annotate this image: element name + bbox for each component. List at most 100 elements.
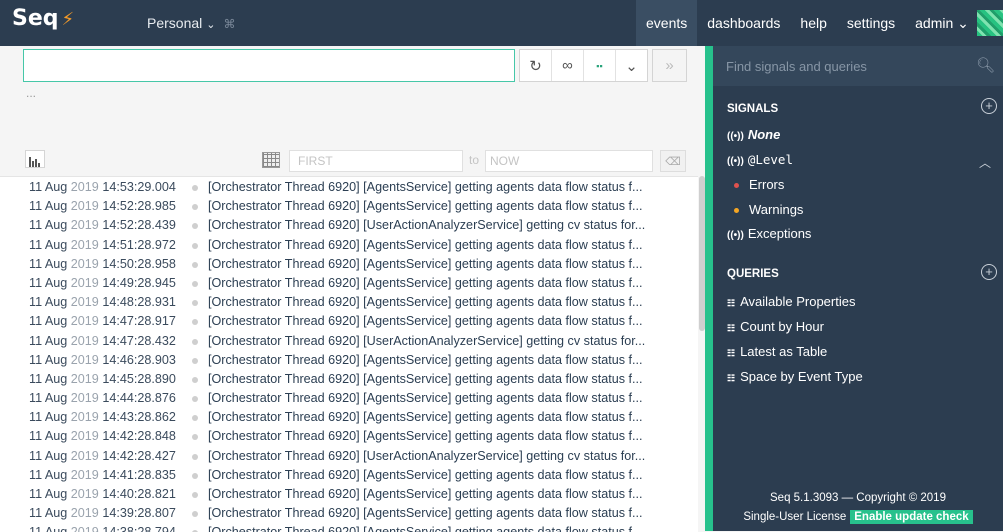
chevron-down-icon: ⌄ [206, 19, 216, 31]
chevron-up-icon[interactable]: ︿ [979, 154, 991, 171]
query-buttons: ↻ ∞ ▪▪ ⌄ [519, 49, 648, 82]
query-icon: ☷ [727, 323, 735, 333]
level-dot [192, 396, 198, 403]
clear-range-icon[interactable]: ⌫ [660, 150, 686, 172]
level-dot [192, 261, 198, 268]
level-dot [192, 338, 198, 345]
pin-icon[interactable]: ⌘ [223, 17, 235, 31]
event-timestamp: 11 Aug 2019 14:42:28.427 [29, 448, 176, 463]
event-list: 11 Aug 2019 14:53:29.004 [Orchestrator Th… [0, 176, 698, 532]
event-message: [Orchestrator Thread 6920] [AgentsServic… [208, 525, 643, 532]
signal-errors[interactable]: Errors [734, 177, 784, 192]
nav-events[interactable]: events [636, 0, 698, 46]
event-message: [Orchestrator Thread 6920] [UserActionAn… [208, 448, 646, 463]
query-space-by-event-type[interactable]: ☷ Space by Event Type [727, 369, 863, 384]
event-row[interactable]: 11 Aug 2019 14:51:28.972 [Orchestrator Th… [0, 235, 698, 254]
level-dot [192, 204, 198, 211]
event-row[interactable]: 11 Aug 2019 14:47:28.917 [Orchestrator Th… [0, 311, 698, 330]
event-row[interactable]: 11 Aug 2019 14:47:28.432 [Orchestrator Th… [0, 331, 698, 350]
to-date-input[interactable]: NOW [485, 150, 653, 172]
signal-warnings[interactable]: Warnings [734, 202, 803, 217]
to-label: to [469, 153, 480, 167]
nav-dashboards[interactable]: dashboards [697, 0, 790, 46]
query-input[interactable] [23, 49, 515, 82]
event-row[interactable]: 11 Aug 2019 14:45:28.890 [Orchestrator Th… [0, 369, 698, 388]
event-message: [Orchestrator Thread 6920] [AgentsServic… [208, 180, 643, 194]
add-query-icon[interactable]: + [981, 264, 997, 280]
event-row[interactable]: 11 Aug 2019 14:42:28.427 [Orchestrator Th… [0, 446, 698, 465]
event-message: [Orchestrator Thread 6920] [AgentsServic… [208, 429, 643, 444]
level-dot [192, 223, 198, 230]
event-message: [Orchestrator Thread 6920] [UserActionAn… [208, 218, 646, 233]
query-available-properties[interactable]: ☷ Available Properties [727, 294, 855, 309]
signal-exceptions[interactable]: ((•)) Exceptions [727, 226, 811, 241]
histogram-icon[interactable] [25, 150, 45, 168]
fast-forward-icon[interactable]: » [652, 49, 687, 82]
query-latest-as-table[interactable]: ☷ Latest as Table [727, 344, 827, 359]
event-message: [Orchestrator Thread 6920] [AgentsServic… [208, 314, 643, 329]
signal-search[interactable]: Find signals and queries 🔍︎ [713, 46, 1003, 86]
event-row[interactable]: 11 Aug 2019 14:50:28.958 [Orchestrator Th… [0, 254, 698, 273]
nav-admin-menu[interactable]: admin ⌄ [905, 0, 971, 46]
signal-icon: ((•)) [727, 131, 744, 142]
workspace-selector[interactable]: Personal ⌄ ⌘ [147, 15, 235, 31]
event-row[interactable]: 11 Aug 2019 14:46:28.903 [Orchestrator Th… [0, 350, 698, 369]
event-row[interactable]: 11 Aug 2019 14:53:29.004 [Orchestrator Th… [0, 177, 698, 196]
add-signal-icon[interactable]: + [981, 98, 997, 114]
signals-icon[interactable]: ▪▪ [584, 50, 616, 81]
avatar[interactable] [976, 10, 1003, 36]
event-row[interactable]: 11 Aug 2019 14:52:28.439 [Orchestrator Th… [0, 215, 698, 234]
event-message: [Orchestrator Thread 6920] [AgentsServic… [208, 199, 643, 214]
event-timestamp: 11 Aug 2019 14:53:29.004 [29, 180, 176, 194]
license-line: Single-User License Enable update check [713, 510, 1003, 524]
event-message: [Orchestrator Thread 6920] [AgentsServic… [208, 467, 643, 482]
event-message: [Orchestrator Thread 6920] [AgentsServic… [208, 410, 643, 425]
event-timestamp: 11 Aug 2019 14:47:28.432 [29, 333, 176, 348]
seq-logo[interactable]: Seq ⚡ [12, 6, 74, 31]
from-date-input[interactable]: FIRST [289, 150, 463, 172]
signal-icon: ((•)) [727, 156, 744, 167]
enable-update-check-button[interactable]: Enable update check [850, 510, 973, 524]
event-row[interactable]: 11 Aug 2019 14:43:28.862 [Orchestrator Th… [0, 407, 698, 426]
event-timestamp: 11 Aug 2019 14:41:28.835 [29, 467, 176, 482]
event-row[interactable]: 11 Aug 2019 14:41:28.835 [Orchestrator Th… [0, 465, 698, 484]
event-timestamp: 11 Aug 2019 14:52:28.439 [29, 218, 176, 233]
level-dot [192, 376, 198, 383]
event-row[interactable]: 11 Aug 2019 14:39:28.807 [Orchestrator Th… [0, 503, 698, 522]
event-timestamp: 11 Aug 2019 14:48:28.931 [29, 295, 176, 310]
event-timestamp: 11 Aug 2019 14:51:28.972 [29, 237, 176, 252]
main-nav: events dashboards help settings admin ⌄ [636, 0, 1003, 46]
event-message: [Orchestrator Thread 6920] [AgentsServic… [208, 275, 643, 290]
event-message: [Orchestrator Thread 6920] [AgentsServic… [208, 506, 643, 521]
event-row[interactable]: 11 Aug 2019 14:52:28.985 [Orchestrator Th… [0, 196, 698, 215]
queries-title: QUERIES [727, 268, 779, 280]
level-dot [192, 319, 198, 326]
histogram-bars [29, 157, 40, 167]
level-dot [192, 453, 198, 460]
refresh-icon[interactable]: ↻ [520, 50, 552, 81]
event-message: [Orchestrator Thread 6920] [AgentsServic… [208, 352, 643, 367]
query-count-by-hour[interactable]: ☷ Count by Hour [727, 319, 824, 334]
nav-help[interactable]: help [790, 0, 836, 46]
calendar-icon[interactable] [262, 152, 280, 168]
signal-none[interactable]: ((•)) None [727, 127, 780, 142]
chevron-down-icon[interactable]: ⌄ [616, 50, 647, 81]
event-row[interactable]: 11 Aug 2019 14:42:28.848 [Orchestrator Th… [0, 426, 698, 445]
warnings-bullet [734, 208, 739, 214]
signal-icon: ((•)) [727, 230, 744, 241]
search-icon[interactable]: 🔍︎ [976, 56, 995, 74]
errors-bullet [734, 183, 739, 189]
signal-level[interactable]: ((•)) @Level [727, 152, 793, 167]
event-row[interactable]: 11 Aug 2019 14:44:28.876 [Orchestrator Th… [0, 388, 698, 407]
link-icon[interactable]: ∞ [552, 50, 584, 81]
event-row[interactable]: 11 Aug 2019 14:40:28.821 [Orchestrator Th… [0, 484, 698, 503]
nav-settings[interactable]: settings [837, 0, 905, 46]
event-row[interactable]: 11 Aug 2019 14:49:28.945 [Orchestrator Th… [0, 273, 698, 292]
bolt-icon: ⚡ [61, 9, 75, 30]
search-input[interactable]: Find signals and queries [726, 59, 867, 74]
accent-bar [705, 46, 713, 531]
query-icon: ☷ [727, 298, 735, 308]
event-message: [Orchestrator Thread 6920] [UserActionAn… [208, 333, 646, 348]
event-row[interactable]: 11 Aug 2019 14:48:28.931 [Orchestrator Th… [0, 292, 698, 311]
event-timestamp: 11 Aug 2019 14:40:28.821 [29, 487, 176, 501]
